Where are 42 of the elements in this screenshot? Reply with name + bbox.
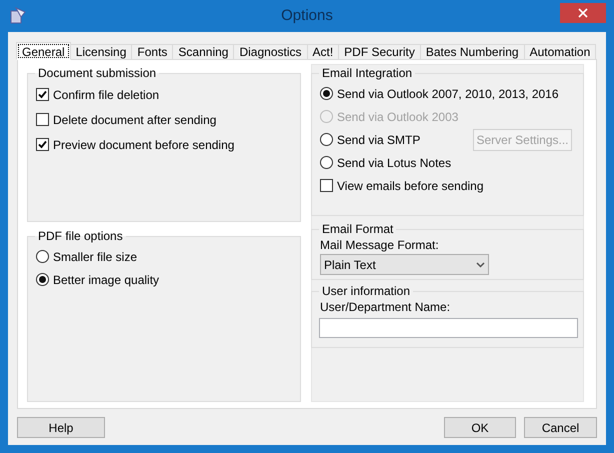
chevron-down-icon	[476, 262, 485, 268]
tab[interactable]: Scanning	[172, 44, 234, 60]
window-title: Options	[280, 6, 334, 26]
tab[interactable]: Automation	[524, 44, 596, 60]
group-title: Email Format	[321, 221, 394, 238]
option-label: View emails before sending	[337, 178, 484, 194]
checkbox[interactable]	[36, 88, 49, 101]
checkbox[interactable]	[36, 113, 49, 126]
tab[interactable]: PDF Security	[338, 44, 421, 60]
option-label: Send via Outlook 2007, 2010, 2013, 2016	[337, 86, 559, 102]
help-button[interactable]: Help	[17, 417, 105, 438]
option-label: Send via Outlook 2003	[337, 108, 458, 126]
group-title: Document submission	[37, 65, 158, 82]
ok-button[interactable]: OK	[444, 417, 516, 438]
option-label: Smaller file size	[53, 248, 138, 266]
group-title: Email Integration	[321, 65, 414, 82]
cancel-button[interactable]: Cancel	[524, 417, 597, 438]
radio-button[interactable]	[320, 156, 333, 169]
group-title: PDF file options	[37, 228, 124, 245]
checkbox[interactable]	[36, 138, 49, 151]
option-label: Send via SMTP	[337, 132, 420, 148]
radio-button[interactable]	[320, 133, 333, 146]
option-label: Confirm file deletion	[53, 86, 160, 104]
tab[interactable]: Diagnostics	[233, 44, 308, 60]
option-label: Delete document after sending	[53, 112, 216, 128]
close-button[interactable]	[560, 3, 606, 23]
format-dropdown[interactable]: Plain Text	[320, 254, 489, 275]
app-icon	[9, 6, 27, 24]
radio-button[interactable]	[320, 87, 333, 100]
radio-button[interactable]	[36, 273, 49, 286]
option-label: Better image quality	[53, 272, 160, 288]
close-icon	[578, 8, 588, 18]
field-label: User/Department Name:	[320, 300, 452, 315]
checkbox[interactable]	[320, 179, 333, 192]
radio-button[interactable]	[36, 250, 49, 263]
group-title: User information	[321, 283, 412, 300]
tab[interactable]: General	[16, 42, 71, 60]
option-label: Preview document before sending	[53, 136, 234, 154]
field-label: Mail Message Format:	[320, 238, 440, 253]
department-name-field[interactable]	[319, 318, 578, 338]
tab[interactable]: Bates Numbering	[420, 44, 525, 60]
option-label: Send via Lotus Notes	[337, 154, 452, 172]
